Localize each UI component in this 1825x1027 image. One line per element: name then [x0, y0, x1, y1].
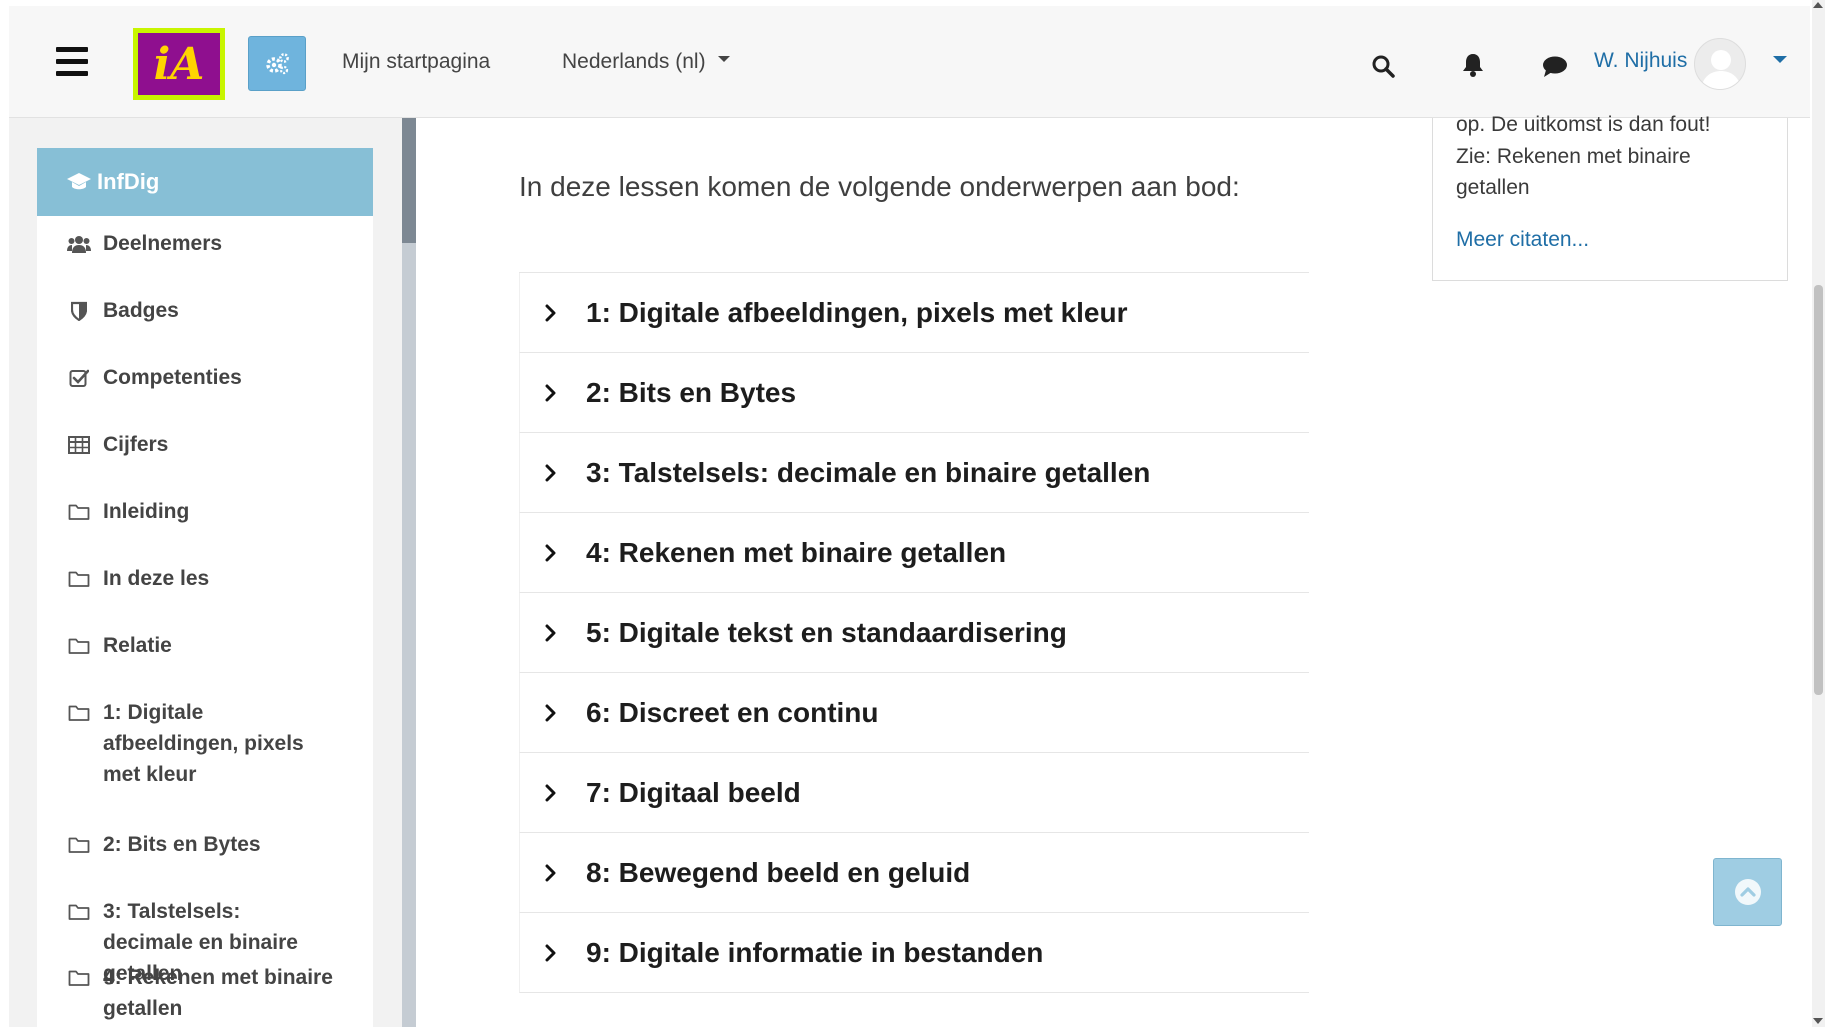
drawer-item-label: In deze les — [103, 567, 210, 590]
drawer-item-label: Inleiding — [103, 500, 190, 523]
drawer-item-label: Cijfers — [103, 433, 169, 456]
topic-section[interactable]: 2: Bits en Bytes — [519, 353, 1309, 433]
topic-title[interactable]: 1: Digitale afbeeldingen, pixels met kle… — [586, 297, 1128, 329]
chevron-right-icon[interactable] — [544, 544, 570, 562]
topic-section[interactable]: 8: Bewegend beeld en geluid — [519, 833, 1309, 913]
bell-icon[interactable] — [1461, 52, 1485, 83]
drawer-item[interactable]: 4: Rekenen met binaire getallen — [37, 962, 353, 1024]
chevron-right-icon[interactable] — [544, 384, 570, 402]
my-home-link[interactable]: Mijn startpagina — [342, 50, 490, 74]
topic-section[interactable]: 7: Digitaal beeld — [519, 753, 1309, 833]
chevron-right-icon[interactable] — [544, 704, 570, 722]
folder-icon — [67, 962, 91, 993]
drawer-item[interactable]: Badges — [37, 295, 353, 326]
folder-icon — [67, 630, 91, 661]
chevron-right-icon[interactable] — [544, 624, 570, 642]
drawer-item[interactable]: Inleiding — [37, 496, 353, 527]
quote-line: op. De uitkomst is dan fout! — [1456, 113, 1711, 136]
drawer-course-link[interactable]: InfDig — [37, 148, 373, 216]
scroll-down-arrow-icon[interactable] — [1813, 1018, 1823, 1024]
drawer-item[interactable]: Cijfers — [37, 429, 353, 460]
user-name[interactable]: W. Nijhuis — [1594, 49, 1687, 73]
language-menu[interactable]: Nederlands (nl) — [562, 50, 730, 74]
caret-down-icon — [717, 56, 730, 63]
intro-text: In deze lessen komen de volgende onderwe… — [519, 171, 1240, 202]
user-menu-caret-icon[interactable] — [1773, 56, 1787, 63]
avatar[interactable] — [1694, 38, 1746, 90]
folder-icon — [67, 896, 91, 927]
quote-line: getallen — [1456, 176, 1530, 199]
chevron-right-icon[interactable] — [544, 464, 570, 482]
quote-block: op. De uitkomst is dan fout! Zie: Rekene… — [1432, 113, 1788, 281]
drawer-item-label: Badges — [103, 299, 179, 322]
more-quotes-link[interactable]: Meer citaten... — [1456, 228, 1589, 252]
topic-title[interactable]: 3: Talstelsels: decimale en binaire geta… — [586, 457, 1150, 489]
folder-icon — [67, 829, 91, 860]
drawer-course-label: InfDig — [97, 169, 160, 194]
topic-section[interactable]: 9: Digitale informatie in bestanden — [519, 913, 1309, 993]
shield-icon — [67, 295, 91, 326]
topic-section[interactable]: 4: Rekenen met binaire getallen — [519, 513, 1309, 593]
quote-line: Zie: Rekenen met binaire — [1456, 144, 1691, 168]
drawer-item[interactable]: Deelnemers — [37, 228, 353, 259]
folder-icon — [67, 496, 91, 527]
folder-icon — [67, 563, 91, 594]
drawer-item[interactable]: In deze les — [37, 563, 353, 594]
chevron-right-icon[interactable] — [544, 864, 570, 882]
topic-title[interactable]: 4: Rekenen met binaire getallen — [586, 537, 1006, 569]
quote-text: op. De uitkomst is dan fout! Zie: Rekene… — [1456, 109, 1756, 204]
topic-title[interactable]: 9: Digitale informatie in bestanden — [586, 937, 1043, 969]
drawer-item[interactable]: Competenties — [37, 362, 353, 393]
users-icon — [67, 228, 91, 259]
check-square-icon — [67, 362, 91, 393]
comment-icon[interactable] — [1542, 55, 1568, 84]
chevron-right-icon[interactable] — [544, 304, 570, 322]
table-icon — [67, 429, 91, 460]
graduation-cap-icon — [67, 173, 91, 190]
topic-section[interactable]: 5: Digitale tekst en standaardisering — [519, 593, 1309, 673]
drawer-scrollbar[interactable] — [402, 118, 416, 1027]
chevron-right-icon[interactable] — [544, 944, 570, 962]
topic-title[interactable]: 2: Bits en Bytes — [586, 377, 796, 409]
drawer-item[interactable]: 2: Bits en Bytes — [37, 829, 353, 860]
cogs-button[interactable] — [248, 36, 306, 91]
back-to-top-button[interactable] — [1713, 858, 1782, 926]
drawer-item-label: Competenties — [103, 366, 242, 389]
page-scrollbar-thumb[interactable] — [1814, 285, 1823, 695]
cogs-icon — [266, 52, 289, 74]
site-logo[interactable]: iA — [133, 28, 225, 100]
chevron-up-circle-icon — [1734, 879, 1761, 905]
topic-title[interactable]: 7: Digitaal beeld — [586, 777, 801, 809]
topic-title[interactable]: 8: Bewegend beeld en geluid — [586, 857, 970, 889]
topic-title[interactable]: 5: Digitale tekst en standaardisering — [586, 617, 1067, 649]
language-label: Nederlands (nl) — [562, 50, 706, 73]
folder-icon — [67, 697, 91, 728]
scroll-up-arrow-icon[interactable] — [1813, 2, 1823, 8]
drawer-item-label: Relatie — [103, 634, 172, 657]
drawer-scrollbar-thumb[interactable] — [402, 118, 416, 243]
drawer-item-label: 2: Bits en Bytes — [103, 833, 261, 856]
top-navbar: iA Mijn startpagina Nederlands (nl) W. N… — [9, 6, 1810, 118]
drawer-item-label: Deelnemers — [103, 232, 223, 255]
search-icon[interactable] — [1371, 54, 1395, 83]
topic-section[interactable]: 1: Digitale afbeeldingen, pixels met kle… — [519, 273, 1309, 353]
drawer-item[interactable]: 1: Digitale afbeeldingen, pixels met kle… — [37, 697, 353, 790]
topic-title[interactable]: 6: Discreet en continu — [586, 697, 879, 729]
topic-section[interactable]: 6: Discreet en continu — [519, 673, 1309, 753]
drawer-item[interactable]: Relatie — [37, 630, 353, 661]
drawer-item-label: 4: Rekenen met binaire getallen — [103, 966, 333, 1020]
topic-section[interactable]: 3: Talstelsels: decimale en binaire geta… — [519, 433, 1309, 513]
topic-list: 1: Digitale afbeeldingen, pixels met kle… — [519, 272, 1309, 993]
chevron-right-icon[interactable] — [544, 784, 570, 802]
drawer-item-label: 1: Digitale afbeeldingen, pixels met kle… — [103, 701, 304, 786]
logo-text: iA — [138, 33, 220, 95]
nav-drawer: InfDig Deelnemers Badges Competenties Cijfe… — [37, 148, 373, 1027]
menu-icon[interactable] — [56, 47, 88, 81]
